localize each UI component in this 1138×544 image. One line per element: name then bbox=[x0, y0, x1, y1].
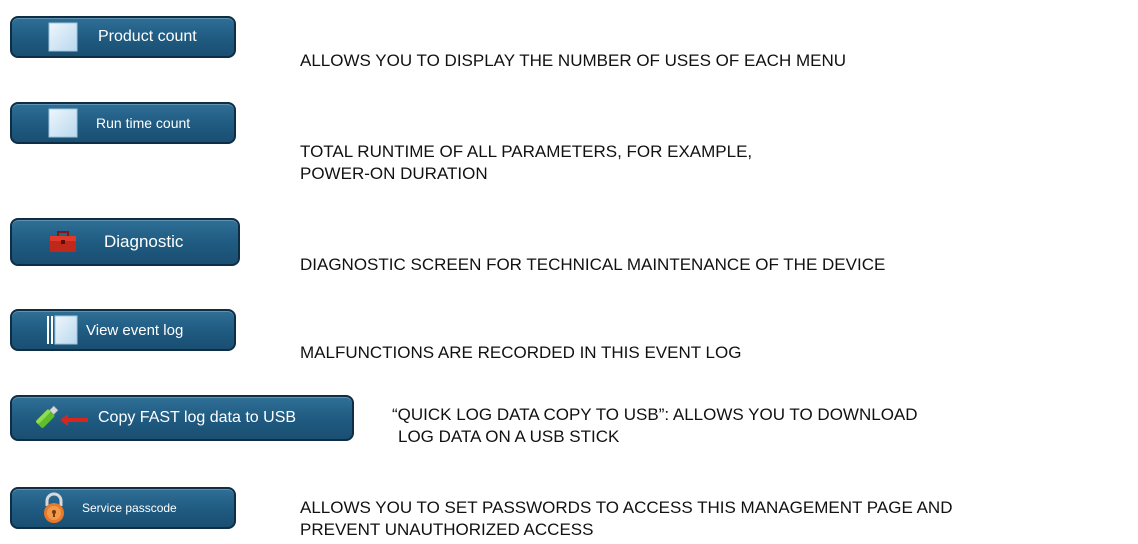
description-line: POWER-ON DURATION bbox=[300, 164, 488, 183]
run-time-count-description: TOTAL RUNTIME OF ALL PARAMETERS, FOR EXA… bbox=[300, 141, 752, 185]
description-line: TOTAL RUNTIME OF ALL PARAMETERS, FOR EXA… bbox=[300, 142, 753, 161]
run-time-count-label: Run time count bbox=[96, 115, 191, 131]
service-passcode-button[interactable]: Service passcode bbox=[10, 487, 236, 529]
product-count-description: ALLOWS YOU TO DISPLAY THE NUMBER OF USES… bbox=[300, 50, 846, 72]
event-log-icon bbox=[46, 315, 78, 345]
description-line: PREVENT UNAUTHORIZED ACCESS bbox=[300, 520, 594, 539]
description-line: DIAGNOSTIC SCREEN FOR TECHNICAL MAINTENA… bbox=[300, 255, 886, 274]
diagnostic-label: Diagnostic bbox=[104, 232, 184, 251]
description-line: ALLOWS YOU TO DISPLAY THE NUMBER OF USES… bbox=[300, 51, 847, 70]
diagnostic-description: DIAGNOSTIC SCREEN FOR TECHNICAL MAINTENA… bbox=[300, 254, 885, 276]
view-event-log-label: View event log bbox=[86, 321, 184, 339]
copy-fast-log-label: Copy FAST log data to USB bbox=[98, 409, 297, 426]
service-passcode-description: ALLOWS YOU TO SET PASSWORDS TO ACCESS TH… bbox=[300, 497, 952, 541]
diagnostic-button[interactable]: Diagnostic bbox=[10, 218, 240, 266]
copy-fast-log-button[interactable]: Copy FAST log data to USB bbox=[10, 395, 354, 441]
blank-tile-icon bbox=[48, 108, 78, 138]
product-count-label: Product count bbox=[98, 28, 197, 45]
usb-copy-icon bbox=[34, 404, 92, 432]
toolbox-icon bbox=[48, 230, 78, 254]
product-count-button[interactable]: Product count bbox=[10, 16, 236, 58]
run-time-count-button[interactable]: Run time count bbox=[10, 102, 236, 144]
view-event-log-button[interactable]: View event log bbox=[10, 309, 236, 351]
description-line: MALFUNCTIONS ARE RECORDED IN THIS EVENT … bbox=[300, 343, 742, 362]
description-line: “QUICK LOG DATA COPY TO USB”: ALLOWS YOU… bbox=[392, 405, 918, 424]
copy-fast-log-description: “QUICK LOG DATA COPY TO USB”: ALLOWS YOU… bbox=[392, 404, 918, 448]
description-line: LOG DATA ON A USB STICK bbox=[398, 427, 620, 446]
padlock-icon bbox=[40, 492, 68, 524]
service-passcode-label: Service passcode bbox=[82, 501, 177, 515]
description-line: ALLOWS YOU TO SET PASSWORDS TO ACCESS TH… bbox=[300, 498, 953, 517]
blank-tile-icon bbox=[48, 22, 78, 52]
view-event-log-description: MALFUNCTIONS ARE RECORDED IN THIS EVENT … bbox=[300, 342, 741, 364]
